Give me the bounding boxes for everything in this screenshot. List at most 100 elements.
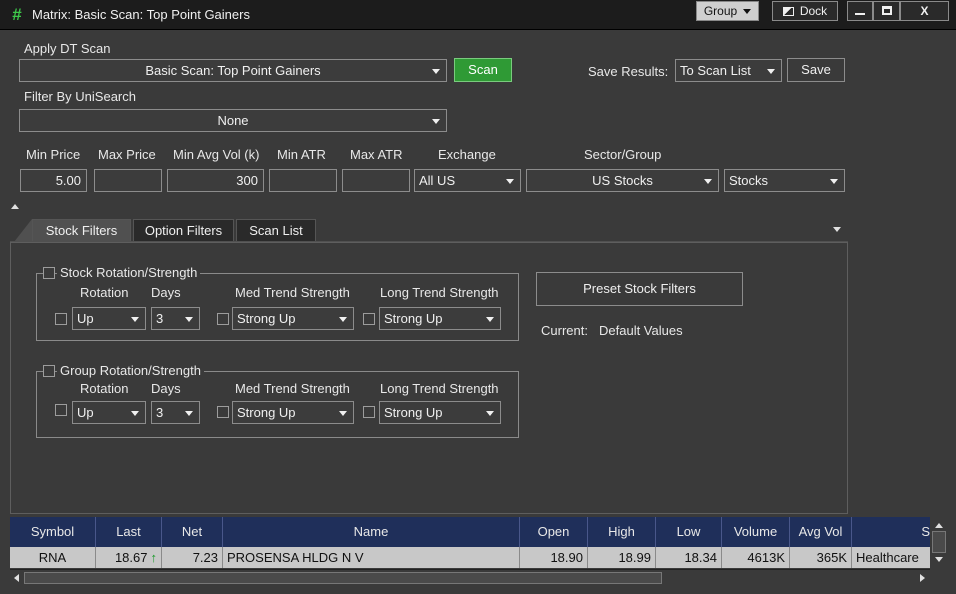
col-open[interactable]: Open bbox=[520, 517, 588, 547]
sub-group-value: Stocks bbox=[729, 173, 769, 188]
current-label: Current: bbox=[541, 323, 588, 338]
med-trend-checkbox[interactable] bbox=[217, 313, 229, 325]
tab-stock-filters[interactable]: Stock Filters bbox=[32, 219, 131, 242]
stock-rotation-title: Stock Rotation/Strength bbox=[57, 265, 201, 280]
save-results-select[interactable]: To Scan List bbox=[675, 59, 782, 82]
scroll-down-icon[interactable] bbox=[935, 557, 943, 562]
group-days-select[interactable]: 3 bbox=[151, 401, 200, 424]
minimize-button[interactable] bbox=[847, 1, 873, 21]
scroll-up-icon[interactable] bbox=[935, 523, 943, 528]
long-trend-checkbox[interactable] bbox=[363, 313, 375, 325]
max-price-label: Max Price bbox=[98, 147, 156, 162]
rotation-checkbox[interactable] bbox=[55, 313, 67, 325]
scroll-right-icon[interactable] bbox=[920, 574, 925, 582]
min-price-label: Min Price bbox=[26, 147, 81, 162]
tab-scan-list[interactable]: Scan List bbox=[236, 219, 316, 242]
dropdown-arrow-icon bbox=[432, 119, 440, 124]
cell-net: 7.23 bbox=[162, 547, 223, 568]
dropdown-arrow-icon bbox=[131, 411, 139, 416]
dropdown-arrow-icon bbox=[486, 411, 494, 416]
days-select[interactable]: 3 bbox=[151, 307, 200, 330]
horizontal-scroll-thumb[interactable] bbox=[24, 572, 662, 584]
dropdown-arrow-icon bbox=[185, 411, 193, 416]
col-sector[interactable]: S bbox=[852, 517, 930, 547]
unisearch-select[interactable]: None bbox=[19, 109, 447, 132]
stock-rotation-checkbox[interactable] bbox=[43, 267, 55, 279]
days-value: 3 bbox=[156, 311, 164, 326]
group-long-trend-select[interactable]: Strong Up bbox=[379, 401, 501, 424]
cell-last-value: 18.67 bbox=[114, 550, 148, 565]
cell-high: 18.99 bbox=[588, 547, 656, 568]
dropdown-arrow-icon bbox=[432, 69, 440, 74]
sub-group-select[interactable]: Stocks bbox=[724, 169, 845, 192]
group-med-trend-value: Strong Up bbox=[237, 405, 296, 420]
collapse-up-icon[interactable] bbox=[11, 204, 19, 209]
scroll-left-icon[interactable] bbox=[14, 574, 19, 582]
long-trend-label: Long Trend Strength bbox=[380, 285, 499, 300]
sector-group-value: US Stocks bbox=[592, 173, 653, 188]
results-table-header: Symbol Last Net Name Open High Low Volum… bbox=[10, 517, 930, 547]
max-price-field[interactable] bbox=[94, 169, 162, 192]
tab-option-filters[interactable]: Option Filters bbox=[133, 219, 234, 242]
long-trend-value: Strong Up bbox=[384, 311, 443, 326]
preset-stock-filters-button[interactable]: Preset Stock Filters bbox=[536, 272, 743, 306]
scan-button[interactable]: Scan bbox=[454, 58, 512, 82]
restore-icon bbox=[881, 6, 892, 15]
save-button[interactable]: Save bbox=[787, 58, 845, 82]
group-rotation-row-checkbox[interactable] bbox=[55, 404, 67, 416]
restore-button[interactable] bbox=[873, 1, 900, 21]
max-atr-field[interactable] bbox=[342, 169, 410, 192]
sector-group-select[interactable]: US Stocks bbox=[526, 169, 719, 192]
tabs-menu-icon[interactable] bbox=[833, 227, 841, 232]
table-row[interactable]: RNA 18.67 ↑ 7.23 PROSENSA HLDG N V 18.90 … bbox=[10, 547, 930, 568]
group-days-value: 3 bbox=[156, 405, 164, 420]
cell-volume: 4613K bbox=[722, 547, 790, 568]
group-button[interactable]: Group bbox=[696, 1, 759, 21]
current-value: Default Values bbox=[599, 323, 683, 338]
group-med-trend-select[interactable]: Strong Up bbox=[232, 401, 354, 424]
col-avg-vol[interactable]: Avg Vol bbox=[790, 517, 852, 547]
exchange-select[interactable]: All US bbox=[414, 169, 521, 192]
close-icon: X bbox=[920, 4, 929, 18]
group-rotation-select[interactable]: Up bbox=[72, 401, 146, 424]
vertical-scrollbar[interactable] bbox=[931, 517, 947, 569]
group-long-trend-checkbox[interactable] bbox=[363, 406, 375, 418]
group-med-trend-label: Med Trend Strength bbox=[235, 381, 350, 396]
cell-open: 18.90 bbox=[520, 547, 588, 568]
horizontal-scrollbar[interactable] bbox=[10, 569, 930, 585]
dropdown-arrow-icon bbox=[830, 179, 838, 184]
dropdown-arrow-icon bbox=[767, 69, 775, 74]
col-low[interactable]: Low bbox=[656, 517, 722, 547]
min-price-field[interactable]: 5.00 bbox=[20, 169, 87, 192]
min-avg-vol-label: Min Avg Vol (k) bbox=[173, 147, 260, 162]
rotation-select[interactable]: Up bbox=[72, 307, 146, 330]
rotation-value: Up bbox=[77, 311, 94, 326]
exchange-value: All US bbox=[419, 173, 456, 188]
min-avg-vol-field[interactable]: 300 bbox=[167, 169, 264, 192]
dock-button[interactable]: Dock bbox=[772, 1, 838, 21]
group-days-label: Days bbox=[151, 381, 181, 396]
long-trend-select[interactable]: Strong Up bbox=[379, 307, 501, 330]
col-name[interactable]: Name bbox=[223, 517, 520, 547]
group-label: Group bbox=[703, 4, 738, 18]
dt-scan-select[interactable]: Basic Scan: Top Point Gainers bbox=[19, 59, 447, 82]
dropdown-arrow-icon bbox=[506, 179, 514, 184]
group-med-trend-checkbox[interactable] bbox=[217, 406, 229, 418]
chevron-down-icon bbox=[743, 9, 752, 15]
col-net[interactable]: Net bbox=[162, 517, 223, 547]
dt-scan-value: Basic Scan: Top Point Gainers bbox=[145, 63, 321, 78]
group-rotation-checkbox[interactable] bbox=[43, 365, 55, 377]
close-button[interactable]: X bbox=[900, 1, 949, 21]
vertical-scroll-thumb[interactable] bbox=[932, 531, 946, 553]
med-trend-label: Med Trend Strength bbox=[235, 285, 350, 300]
col-volume[interactable]: Volume bbox=[722, 517, 790, 547]
col-last[interactable]: Last bbox=[96, 517, 162, 547]
dropdown-arrow-icon bbox=[339, 411, 347, 416]
col-high[interactable]: High bbox=[588, 517, 656, 547]
col-symbol[interactable]: Symbol bbox=[10, 517, 96, 547]
save-results-label: Save Results: bbox=[588, 64, 669, 79]
minimize-icon bbox=[855, 13, 865, 15]
min-atr-field[interactable] bbox=[269, 169, 337, 192]
med-trend-select[interactable]: Strong Up bbox=[232, 307, 354, 330]
dock-label: Dock bbox=[799, 4, 828, 18]
